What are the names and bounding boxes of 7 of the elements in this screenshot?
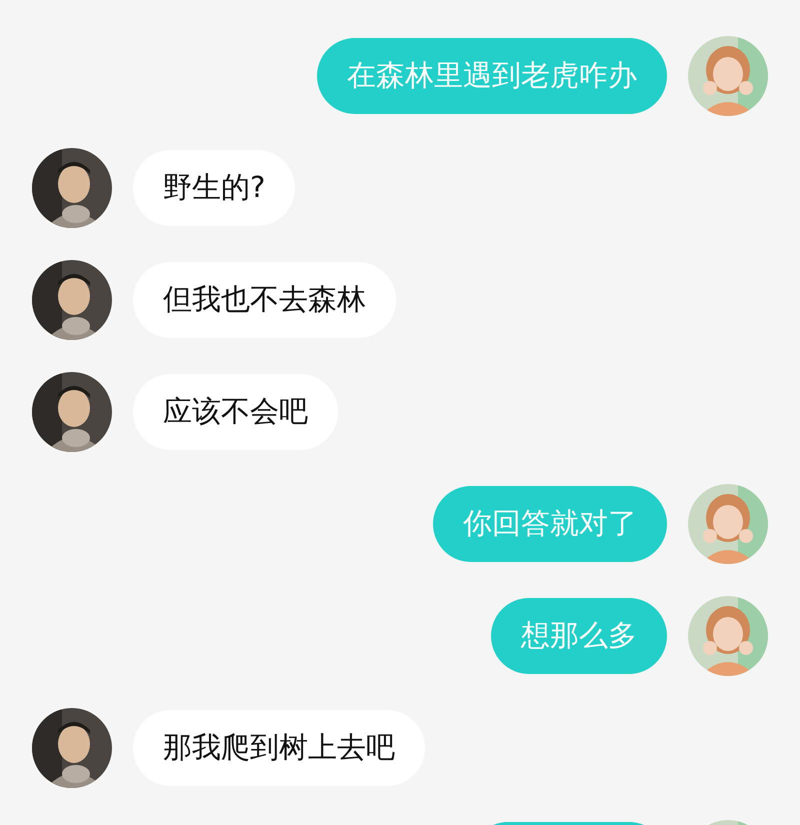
message-bubble: 但我也不去森林 [133,262,396,338]
message-bubble: 你回答就对了 [433,486,667,562]
message-bubble: 应该不会吧 [133,374,338,450]
message-bubble: 野生的? [133,150,296,226]
message-bubble: 在森林里遇到老虎咋办 [317,38,667,114]
message-bubble: 那我爬到树上去吧 [133,710,425,786]
message-bubble: 想那么多 [491,598,667,674]
